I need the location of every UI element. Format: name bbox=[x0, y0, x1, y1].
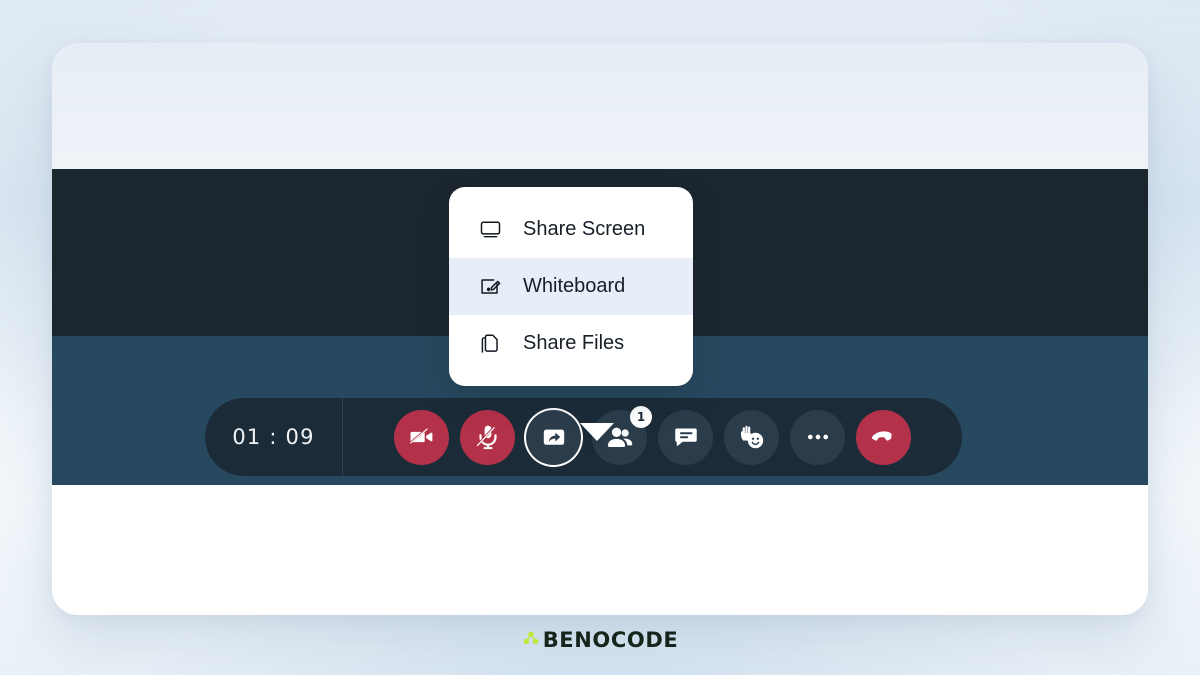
monitor-icon bbox=[478, 218, 502, 242]
call-timer: 01 : 09 bbox=[205, 398, 343, 476]
ellipsis-icon bbox=[804, 423, 832, 451]
share-menu-item-share-screen[interactable]: Share Screen bbox=[449, 201, 693, 258]
share-screen-button[interactable] bbox=[526, 409, 581, 465]
app-card: 01 : 09 1 Share Screen Whiteboard Share … bbox=[52, 43, 1148, 615]
share-menu-item-label: Share Files bbox=[523, 332, 625, 354]
share-icon bbox=[541, 424, 567, 450]
call-control-buttons: 1 bbox=[343, 398, 962, 476]
microphone-toggle-button[interactable] bbox=[460, 409, 515, 465]
brand-wordmark: BENOCODE bbox=[0, 628, 1200, 652]
camera-toggle-button[interactable] bbox=[394, 409, 449, 465]
chat-button[interactable] bbox=[658, 409, 713, 465]
camera-off-icon bbox=[408, 423, 436, 451]
share-menu-pointer bbox=[580, 423, 614, 441]
call-timer-value: 01 : 09 bbox=[232, 425, 315, 449]
brand-name: BENOCODE bbox=[542, 628, 679, 652]
raise-hand-emoji-icon bbox=[738, 423, 766, 451]
share-menu-item-label: Share Screen bbox=[523, 218, 646, 240]
more-options-button[interactable] bbox=[790, 409, 845, 465]
benocode-dots-mark-icon bbox=[522, 629, 540, 652]
reactions-button[interactable] bbox=[724, 409, 779, 465]
share-menu-item-whiteboard[interactable]: Whiteboard bbox=[449, 258, 693, 315]
end-call-button[interactable] bbox=[856, 409, 911, 465]
share-menu-item-label: Whiteboard bbox=[523, 275, 626, 297]
share-menu: Share Screen Whiteboard Share Files bbox=[449, 187, 693, 386]
participants-count-badge: 1 bbox=[630, 405, 652, 428]
files-icon bbox=[478, 332, 502, 356]
phone-hangup-icon bbox=[870, 423, 898, 451]
microphone-off-icon bbox=[474, 423, 502, 451]
page-root: 01 : 09 1 Share Screen Whiteboard Share … bbox=[0, 0, 1200, 675]
chat-icon bbox=[673, 424, 699, 450]
whiteboard-icon bbox=[478, 275, 502, 299]
share-menu-item-share-files[interactable]: Share Files bbox=[449, 315, 693, 372]
